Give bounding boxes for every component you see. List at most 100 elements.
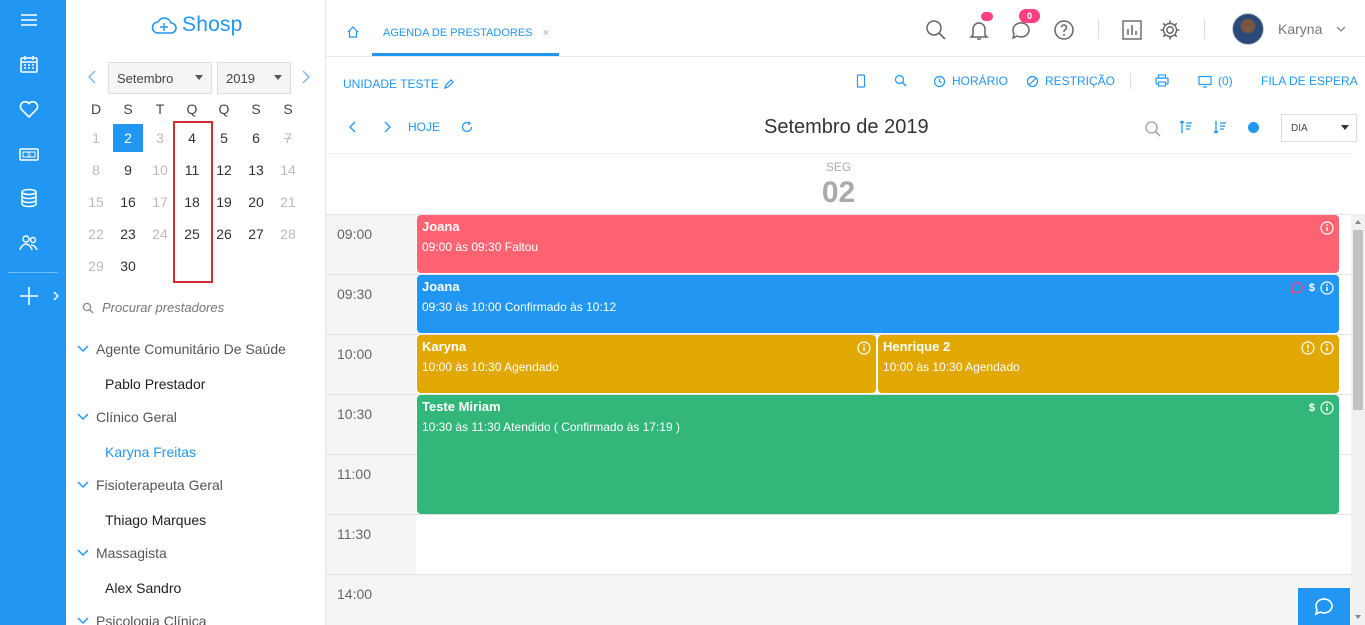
calendar-day[interactable]: 6 xyxy=(240,130,272,146)
gear-icon[interactable] xyxy=(1158,18,1182,42)
today-button[interactable]: HOJE xyxy=(408,120,440,134)
logo[interactable]: Shosp xyxy=(150,12,243,38)
next-month-arrow[interactable] xyxy=(300,68,316,86)
refresh-icon[interactable] xyxy=(460,120,474,134)
calendar-day[interactable]: 7 xyxy=(272,130,304,146)
zoom-icon[interactable] xyxy=(1144,120,1162,143)
prev-arrow-icon[interactable] xyxy=(346,120,360,134)
provider-item-active[interactable]: Karyna Freitas xyxy=(105,444,196,460)
payment-icon[interactable]: $ xyxy=(1309,402,1315,414)
info-icon[interactable] xyxy=(1320,281,1334,295)
time-label: 09:00 xyxy=(326,215,416,275)
appointment[interactable]: Joana 09:00 às 09:30 Faltou xyxy=(417,215,1339,273)
heart-icon[interactable] xyxy=(17,97,41,121)
calendar-day[interactable]: 29 xyxy=(80,258,112,274)
calendar-day[interactable]: 27 xyxy=(240,226,272,242)
calendar-day[interactable]: 1 xyxy=(80,130,112,146)
database-icon[interactable] xyxy=(17,186,41,210)
calendar-day[interactable]: 15 xyxy=(80,194,112,210)
info-icon[interactable] xyxy=(1320,401,1334,415)
appointment[interactable]: Henrique 2 10:00 às 10:30 Agendado xyxy=(878,335,1339,393)
chat-button[interactable] xyxy=(1298,588,1350,625)
chevron-down-icon xyxy=(77,617,89,625)
calendar-day[interactable]: 17 xyxy=(144,194,176,210)
plus-icon[interactable] xyxy=(17,284,41,308)
time-slot[interactable]: 14:00 xyxy=(326,574,1351,625)
calendar-day[interactable]: 16 xyxy=(112,194,144,210)
group-header[interactable]: Fisioterapeuta Geral xyxy=(76,477,223,493)
view-select[interactable]: DIA xyxy=(1281,114,1357,142)
info-icon[interactable] xyxy=(1320,221,1334,235)
calendar-day[interactable]: 14 xyxy=(272,162,304,178)
calendar-icon[interactable] xyxy=(17,52,41,76)
users-icon[interactable] xyxy=(17,231,41,255)
chat-icon[interactable]: 0 xyxy=(1009,9,1040,42)
calendar-day-selected[interactable]: 2 xyxy=(113,124,143,152)
unit-selector[interactable]: UNIDADE TESTE xyxy=(343,77,454,91)
calendar-day[interactable]: 23 xyxy=(112,226,144,242)
chevron-right-icon[interactable] xyxy=(50,289,62,303)
tab-close-icon[interactable]: × xyxy=(543,27,549,53)
appointment[interactable]: Joana 09:30 às 10:00 Confirmado às 10:12… xyxy=(417,275,1339,333)
menu-icon[interactable] xyxy=(17,8,41,32)
provider-item[interactable]: Alex Sandro xyxy=(105,580,181,596)
calendar-day[interactable]: 8 xyxy=(80,162,112,178)
calendar-day[interactable]: 21 xyxy=(272,194,304,210)
info-icon[interactable] xyxy=(1320,341,1334,355)
sort-desc-icon[interactable] xyxy=(1213,119,1227,140)
prev-month-arrow[interactable] xyxy=(86,68,102,86)
scroll-up-icon[interactable] xyxy=(1351,216,1365,228)
payment-icon[interactable]: $ xyxy=(1309,282,1315,294)
calendar-day[interactable]: 3 xyxy=(144,130,176,146)
group-header[interactable]: Clínico Geral xyxy=(76,409,177,425)
money-icon[interactable]: $ xyxy=(17,142,41,166)
bell-icon[interactable] xyxy=(967,12,993,42)
calendar-day[interactable]: 13 xyxy=(240,162,272,178)
waiting-count[interactable]: (0) xyxy=(1198,74,1233,88)
search-icon[interactable] xyxy=(894,74,907,87)
help-icon[interactable] xyxy=(1052,18,1076,42)
fila-de-espera-button[interactable]: FILA DE ESPERA xyxy=(1261,74,1358,88)
mobile-icon[interactable] xyxy=(856,74,866,88)
print-icon[interactable] xyxy=(1155,74,1169,87)
restricao-button[interactable]: RESTRIÇÃO xyxy=(1026,74,1115,88)
weekday-label: T xyxy=(155,101,165,117)
horario-button[interactable]: HORÁRIO xyxy=(933,74,1008,88)
calendar-day[interactable]: 9 xyxy=(112,162,144,178)
scrollbar-thumb[interactable] xyxy=(1353,230,1363,410)
info-icon[interactable] xyxy=(857,341,871,355)
appointment[interactable]: Karyna 10:00 às 10:30 Agendado xyxy=(417,335,876,393)
calendar-day[interactable]: 28 xyxy=(272,226,304,242)
user-menu[interactable]: Karyna xyxy=(1232,13,1346,45)
tab-agenda[interactable]: AGENDA DE PRESTADORES × xyxy=(372,0,559,56)
provider-search-input[interactable] xyxy=(102,300,302,315)
whatsapp-icon[interactable] xyxy=(1290,281,1304,295)
group-header[interactable]: Agente Comunitário De Saúde xyxy=(76,341,286,357)
appointment-desc: 10:00 às 10:30 Agendado xyxy=(883,360,1020,374)
provider-item[interactable]: Thiago Marques xyxy=(105,512,206,528)
clock-icon[interactable] xyxy=(1301,341,1315,355)
time-slot[interactable]: 11:30 xyxy=(326,514,1351,575)
appointment-desc: 09:30 às 10:00 Confirmado às 10:12 xyxy=(422,300,617,314)
group-header[interactable]: Massagista xyxy=(76,545,167,561)
year-select[interactable]: 2019 xyxy=(217,62,291,94)
reports-icon[interactable] xyxy=(1120,18,1144,42)
home-icon[interactable] xyxy=(346,25,360,44)
group-header[interactable]: Psicologia Clínica xyxy=(76,613,207,625)
divider xyxy=(1130,73,1131,89)
weekday-header: D S T Q Q S S xyxy=(80,96,304,122)
next-arrow-icon[interactable] xyxy=(380,120,394,134)
calendar-day[interactable]: 20 xyxy=(240,194,272,210)
search-icon[interactable] xyxy=(924,18,948,42)
calendar-day[interactable]: 30 xyxy=(112,258,144,274)
status-dot[interactable] xyxy=(1248,122,1259,133)
provider-item[interactable]: Pablo Prestador xyxy=(105,376,205,392)
scrollbar[interactable] xyxy=(1351,214,1365,625)
appointment[interactable]: Teste Miriam 10:30 às 11:30 Atendido ( C… xyxy=(417,395,1339,514)
month-select[interactable]: Setembro xyxy=(108,62,212,94)
calendar-day[interactable]: 24 xyxy=(144,226,176,242)
sort-asc-icon[interactable] xyxy=(1179,119,1193,140)
scroll-down-icon[interactable] xyxy=(1351,611,1365,623)
calendar-day[interactable]: 22 xyxy=(80,226,112,242)
calendar-day[interactable]: 10 xyxy=(144,162,176,178)
